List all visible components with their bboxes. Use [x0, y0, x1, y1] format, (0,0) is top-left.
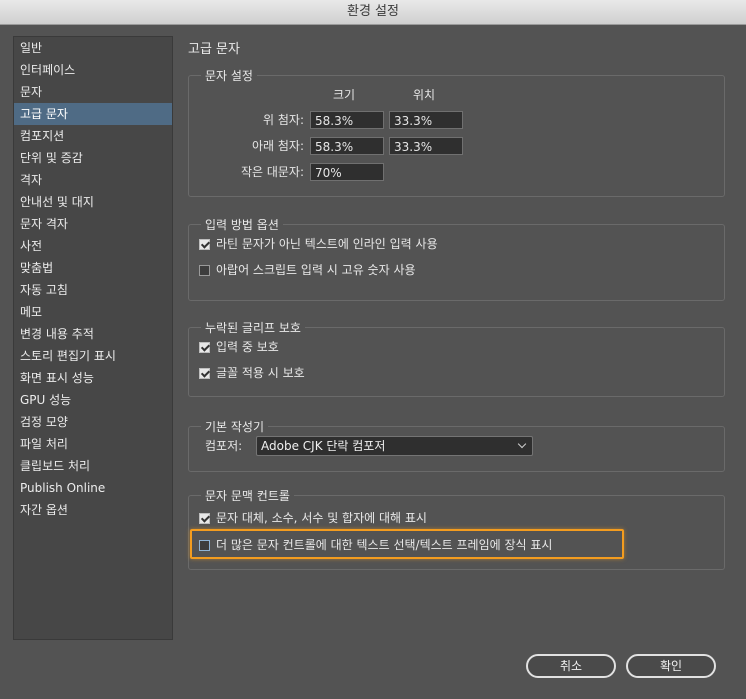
- sidebar-item[interactable]: 화면 표시 성능: [14, 367, 172, 389]
- sidebar-item[interactable]: 스토리 편집기 표시: [14, 345, 172, 367]
- smallcaps-size-input[interactable]: 70%: [310, 163, 384, 181]
- superscript-label: 위 첨자:: [263, 113, 304, 127]
- missing-glyph-legend: 누락된 글리프 보호: [201, 320, 305, 336]
- smallcaps-label: 작은 대문자:: [240, 165, 304, 179]
- superscript-size-input[interactable]: 58.3%: [310, 111, 384, 129]
- sidebar-item[interactable]: 문자: [14, 81, 172, 103]
- sidebar-item[interactable]: 인터페이스: [14, 59, 172, 81]
- contextual-controls-legend: 문자 문맥 컨트롤: [201, 488, 294, 504]
- subscript-size-input[interactable]: 58.3%: [310, 137, 384, 155]
- input-options-legend: 입력 방법 옵션: [201, 217, 283, 233]
- show-alternates-label: 문자 대체, 소수, 서수 및 합자에 대해 표시: [216, 511, 427, 525]
- check-icon: [200, 238, 211, 249]
- default-composer-legend: 기본 작성기: [201, 419, 269, 435]
- sidebar-item[interactable]: 고급 문자: [14, 103, 172, 125]
- sidebar-item[interactable]: 안내선 및 대지: [14, 191, 172, 213]
- preferences-sidebar: 일반 인터페이스 문자 고급 문자 컴포지션 단위 및 증감 격자 안내선 및 대지 문자 격자…: [13, 36, 173, 640]
- sidebar-item[interactable]: 사전: [14, 235, 172, 257]
- size-column-header: 크기: [333, 88, 356, 102]
- inline-input-label: 라틴 문자가 아닌 텍스트에 인라인 입력 사용: [216, 237, 438, 251]
- sidebar-item[interactable]: 문자 격자: [14, 213, 172, 235]
- position-column-header: 위치: [413, 88, 436, 102]
- inline-input-checkbox[interactable]: [199, 238, 211, 250]
- check-icon: [200, 341, 211, 352]
- sidebar-item[interactable]: Publish Online: [14, 477, 172, 499]
- subscript-label: 아래 첨자:: [251, 139, 304, 153]
- superscript-position-input[interactable]: 33.3%: [389, 111, 463, 129]
- char-settings-legend: 문자 설정: [201, 68, 257, 84]
- arabic-digits-label: 아랍어 스크립트 입력 시 고유 숫자 사용: [216, 263, 416, 277]
- protect-font-option[interactable]: 글꼴 적용 시 보호: [199, 364, 305, 382]
- sidebar-item[interactable]: 맞춤법: [14, 257, 172, 279]
- arabic-digits-option[interactable]: 아랍어 스크립트 입력 시 고유 숫자 사용: [199, 261, 416, 279]
- protect-typing-label: 입력 중 보호: [216, 340, 279, 354]
- sidebar-item[interactable]: 단위 및 증감: [14, 147, 172, 169]
- show-alternates-checkbox[interactable]: [199, 512, 211, 524]
- sidebar-item[interactable]: 자동 고침: [14, 279, 172, 301]
- protect-typing-option[interactable]: 입력 중 보호: [199, 338, 279, 356]
- sidebar-item[interactable]: 변경 내용 추적: [14, 323, 172, 345]
- show-alternates-option[interactable]: 문자 대체, 소수, 서수 및 합자에 대해 표시: [199, 509, 427, 527]
- missing-glyph-group: 누락된 글리프 보호 입력 중 보호 글꼴 적용 시 보호: [188, 320, 725, 397]
- sidebar-item[interactable]: 메모: [14, 301, 172, 323]
- sidebar-item[interactable]: 일반: [14, 37, 172, 59]
- composer-label: 컴포저:: [205, 439, 243, 453]
- inline-input-option[interactable]: 라틴 문자가 아닌 텍스트에 인라인 입력 사용: [199, 235, 438, 253]
- sidebar-item[interactable]: GPU 성능: [14, 389, 172, 411]
- ok-button[interactable]: 확인: [626, 654, 716, 678]
- arabic-digits-checkbox[interactable]: [199, 264, 210, 276]
- highlight-box: [190, 529, 624, 559]
- sidebar-item[interactable]: 자간 옵션: [14, 499, 172, 521]
- check-icon: [200, 512, 211, 523]
- composer-select[interactable]: Adobe CJK 단락 컴포저: [256, 436, 533, 456]
- chevron-down-icon: [517, 439, 527, 449]
- sidebar-item[interactable]: 컴포지션: [14, 125, 172, 147]
- input-options-group: 입력 방법 옵션 라틴 문자가 아닌 텍스트에 인라인 입력 사용 아랍어 스크…: [188, 217, 725, 301]
- sidebar-item[interactable]: 검정 모양: [14, 411, 172, 433]
- sidebar-item[interactable]: 파일 처리: [14, 433, 172, 455]
- protect-font-label: 글꼴 적용 시 보호: [216, 366, 305, 380]
- page-title: 고급 문자: [188, 42, 240, 57]
- sidebar-item[interactable]: 클립보드 처리: [14, 455, 172, 477]
- protect-font-checkbox[interactable]: [199, 367, 211, 379]
- sidebar-item[interactable]: 격자: [14, 169, 172, 191]
- check-icon: [200, 367, 211, 378]
- cancel-button[interactable]: 취소: [526, 654, 616, 678]
- protect-typing-checkbox[interactable]: [199, 341, 211, 353]
- composer-select-value: Adobe CJK 단락 컴포저: [261, 439, 386, 453]
- subscript-position-input[interactable]: 33.3%: [389, 137, 463, 155]
- window-title: 환경 설정: [0, 0, 746, 25]
